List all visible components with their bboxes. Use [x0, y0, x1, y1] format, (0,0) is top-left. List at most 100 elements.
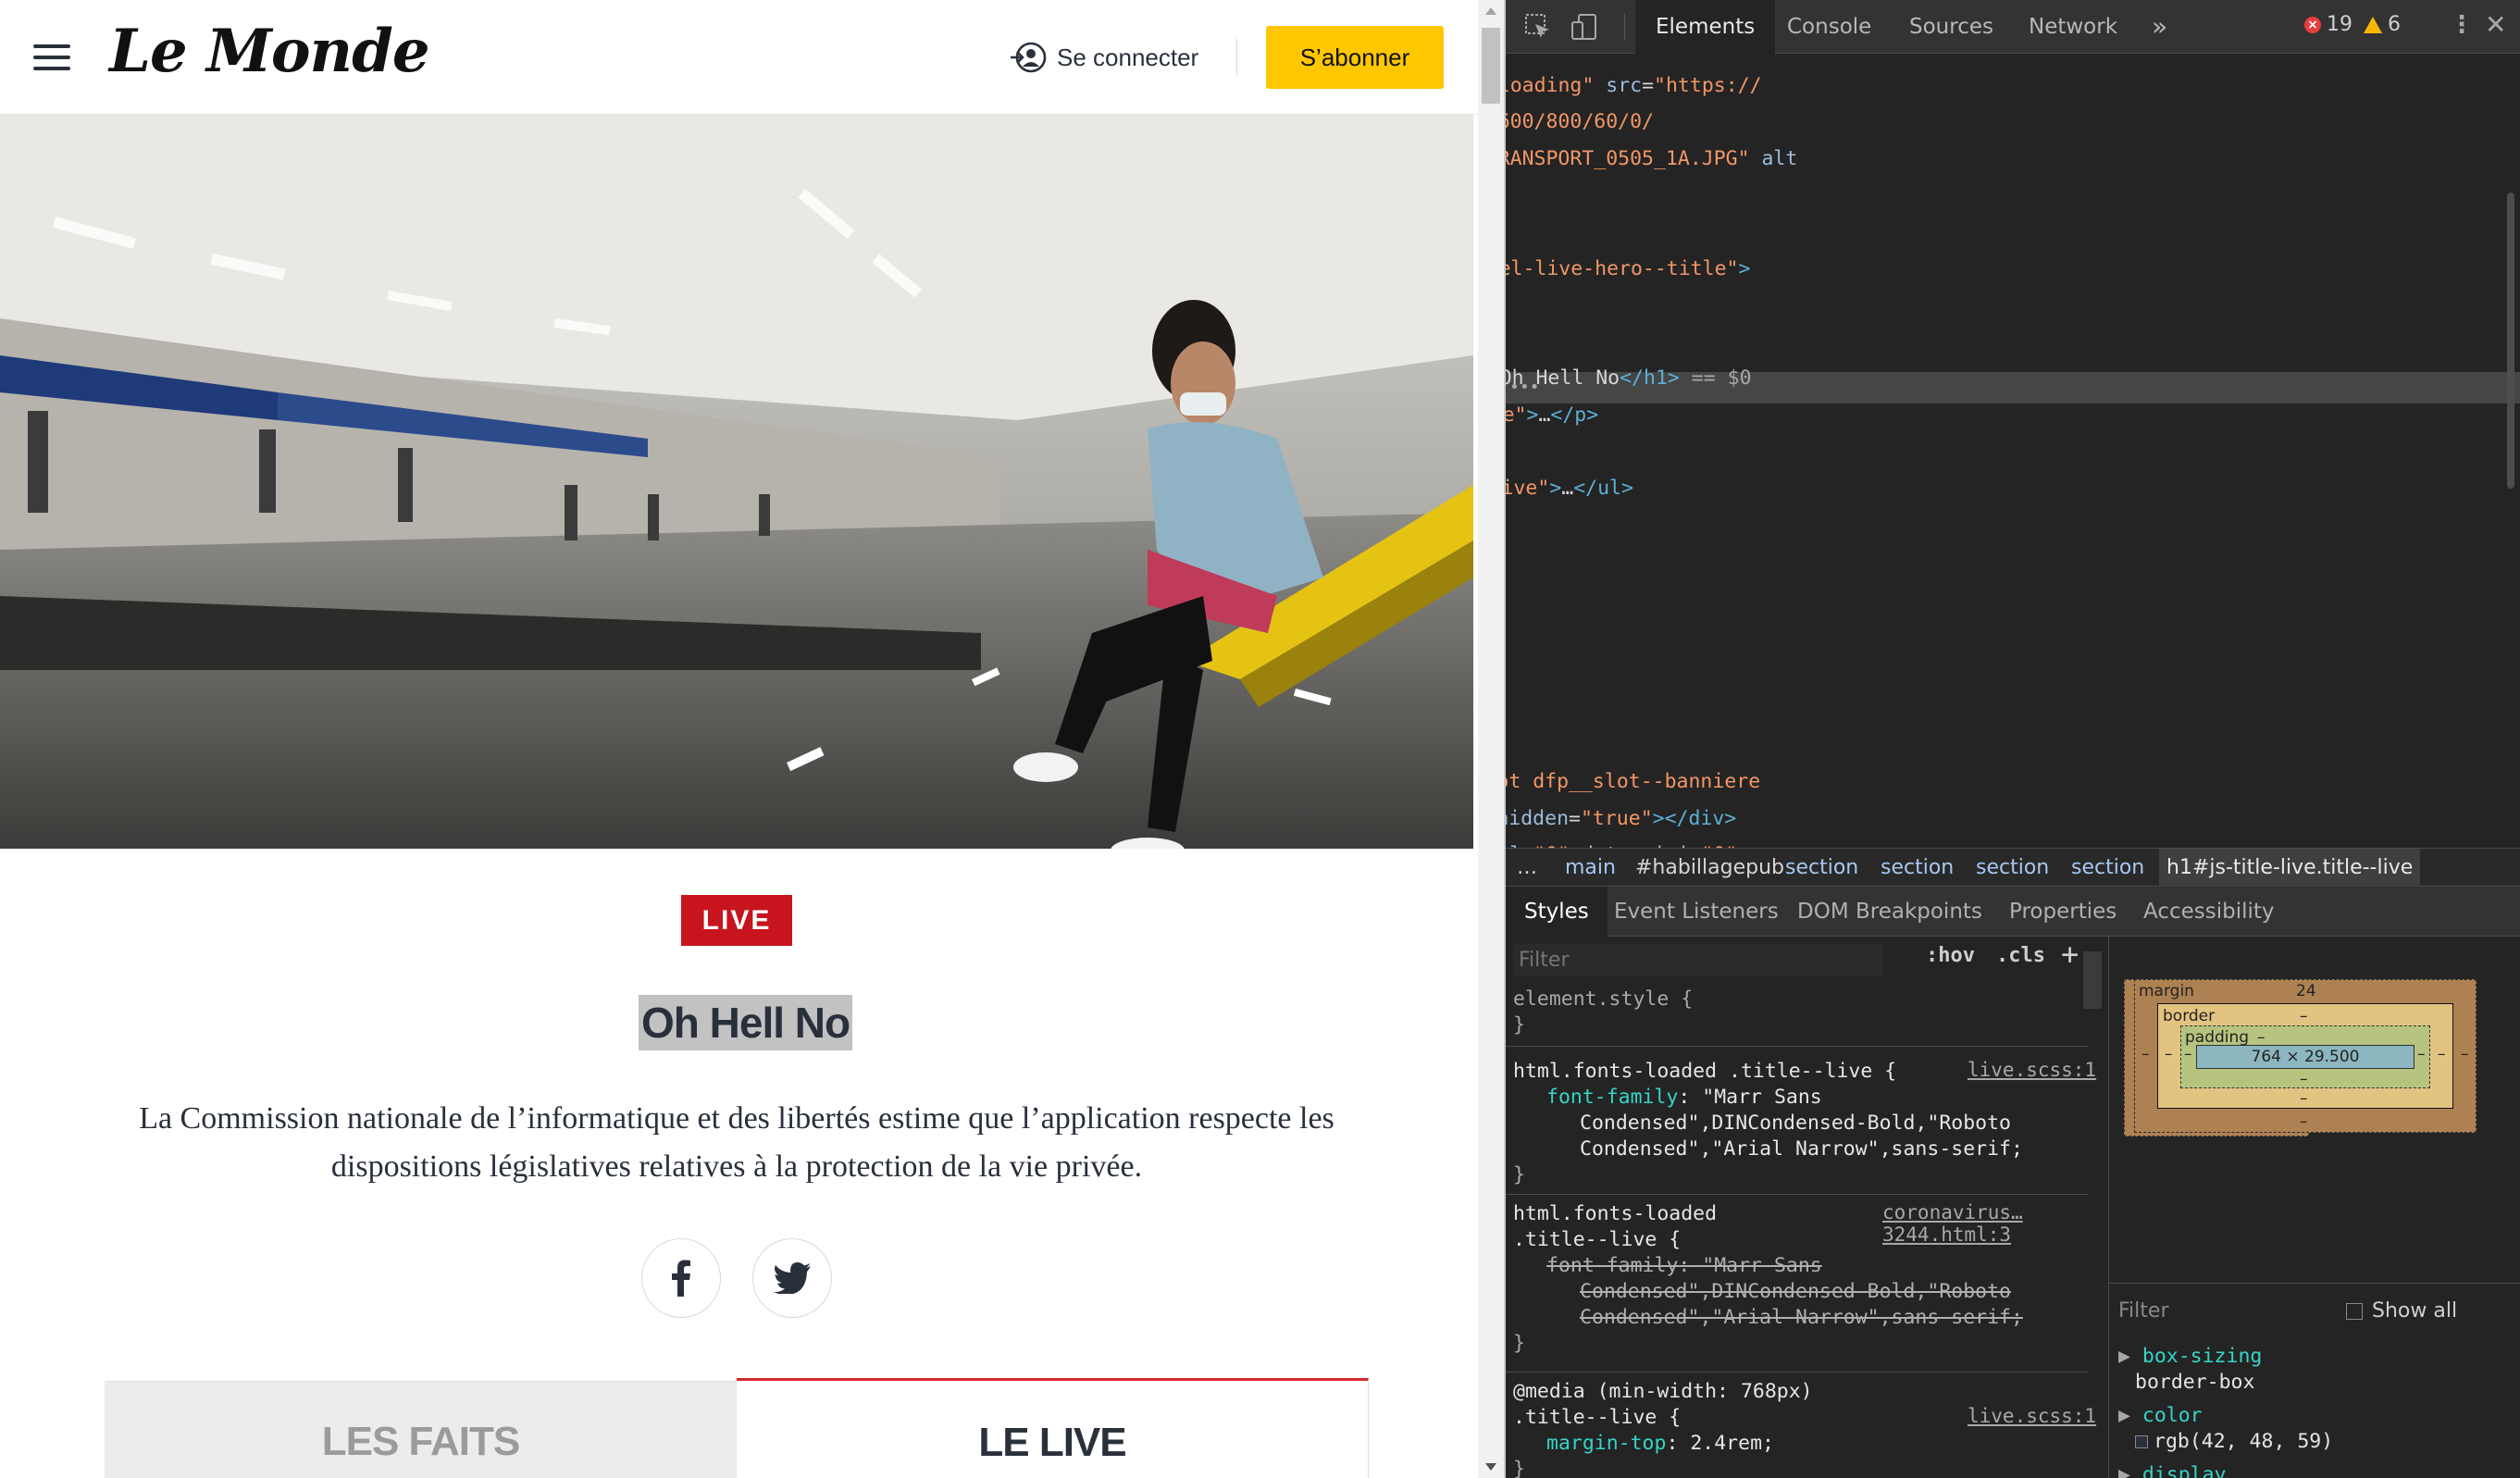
- tab-les-faits[interactable]: LES FAITS: [105, 1381, 737, 1478]
- computed-property-value: rgb(42, 48, 59): [2135, 1429, 2333, 1455]
- rule1-value-1: "Marr Sans: [1702, 1086, 1822, 1109]
- live-title: Oh Hell No: [639, 995, 853, 1050]
- rule2-declaration-overridden[interactable]: font-family: "Marr Sans: [1546, 1253, 1822, 1279]
- breadcrumb-item[interactable]: …: [1517, 849, 1537, 888]
- breadcrumb-item[interactable]: section: [2071, 849, 2144, 888]
- rule1-prop: font-family: [1546, 1086, 1679, 1109]
- show-all-label: Show all: [2372, 1299, 2458, 1323]
- rule2-source-link[interactable]: coronavirus…3244.html:3: [1882, 1201, 2108, 1246]
- issues-counter[interactable]: × 19 6: [2304, 13, 2401, 36]
- rule3-source-link[interactable]: live.scss:1: [1968, 1405, 2096, 1427]
- rule1-declaration[interactable]: font-family: "Marr Sans: [1546, 1085, 1822, 1111]
- margin-left-value: –: [2141, 1045, 2150, 1063]
- more-tabs-chevron-icon[interactable]: »: [2152, 0, 2167, 54]
- show-all-checkbox[interactable]: Show all: [2346, 1299, 2457, 1323]
- computed-property-name[interactable]: ▶ display: [2118, 1462, 2227, 1478]
- dom-node-line[interactable]: ▶<section id="js-capping" class="capping…: [1506, 839, 1761, 848]
- dom-node-line[interactable]: ▶<ul class="meta meta__social meta__soci…: [1506, 473, 1633, 504]
- padding-bottom-value: –: [2300, 1070, 2308, 1088]
- error-count: 19: [2327, 13, 2352, 36]
- subscribe-button[interactable]: S’abonner: [1266, 26, 1444, 89]
- hover-state-toggle[interactable]: :hov: [1926, 944, 1975, 967]
- dom-tree-scrollbar[interactable]: [2507, 193, 2514, 489]
- add-rule-icon[interactable]: +: [2061, 937, 2079, 972]
- dom-tree[interactable]: ••• ▼<section class="hero__live-content"…: [1506, 54, 2520, 848]
- scroll-thumb[interactable]: [1482, 28, 1500, 104]
- inspect-element-icon[interactable]: [1524, 13, 1552, 44]
- dom-node-line[interactable]: <img class="hero__live-img initial lzld-…: [1506, 70, 1762, 102]
- tab-styles[interactable]: Styles: [1506, 887, 1608, 937]
- scroll-up-arrow-icon[interactable]: [1485, 7, 1496, 15]
- color-swatch[interactable]: [2135, 1435, 2148, 1448]
- box-model-pane: 764 × 29.500 margin 24 border – padding …: [2109, 937, 2520, 1478]
- class-toggle[interactable]: .cls: [1996, 944, 2045, 967]
- tab-sources[interactable]: Sources: [1909, 0, 1993, 54]
- warning-icon: [2364, 16, 2382, 33]
- tab-elements[interactable]: Elements: [1635, 0, 1776, 54]
- kebab-menu-icon[interactable]: ⋮: [2450, 11, 2474, 39]
- rule2-close: }: [1513, 1332, 1525, 1355]
- rule1-value-3: Condensed","Arial Narrow",sans-serif;: [1580, 1137, 2023, 1161]
- dom-node-line[interactable]: <h1 id="js-title-live" class="title--liv…: [1506, 363, 1752, 394]
- rule-separator: [1506, 1194, 2089, 1195]
- styles-scrollbar[interactable]: [2083, 951, 2102, 1009]
- breadcrumb-item[interactable]: h1#js-title-live.title--live: [2159, 849, 2421, 888]
- menu-icon[interactable]: [33, 43, 70, 72]
- dom-node-line[interactable]: img.lemde.fr/2020/05/05/333/0/3500/1750/…: [1506, 106, 1654, 138]
- padding-right-value: –: [2417, 1045, 2426, 1063]
- border-top-value: –: [2300, 1007, 2308, 1025]
- dom-node-line[interactable]: <div id="banniere_basse" class="dfp-slot…: [1506, 766, 1760, 798]
- login-link[interactable]: Se connecter: [1009, 37, 1198, 78]
- breadcrumb-item[interactable]: main: [1565, 849, 1616, 888]
- computed-property-name[interactable]: ▶ box-sizing: [2118, 1344, 2262, 1370]
- margin-label: margin: [2139, 982, 2194, 1000]
- tab-console[interactable]: Console: [1787, 0, 1871, 54]
- rule2-brace: {: [1669, 1228, 1682, 1251]
- tab-le-live[interactable]: LE LIVE: [737, 1378, 1369, 1478]
- device-toolbar-icon[interactable]: [1570, 13, 1598, 44]
- border-right-value: –: [2438, 1045, 2446, 1063]
- error-icon: ×: [2304, 16, 2321, 33]
- site-logo[interactable]: Le Monde: [109, 17, 430, 86]
- close-devtools-icon[interactable]: ✕: [2485, 9, 2506, 40]
- sidebar-tabs: Styles Event Listeners DOM Breakpoints P…: [1506, 887, 2520, 937]
- rule2-value-2: Condensed",DINCondensed-Bold,"Roboto: [1580, 1280, 2011, 1303]
- breadcrumb-item[interactable]: section: [1976, 849, 2049, 888]
- styles-filter-input[interactable]: [1513, 944, 1883, 975]
- dom-node-line[interactable]: ▶<p id="js-summary-live" class="summary-…: [1506, 400, 1598, 431]
- summary-line-2: dispositions législatives relatives à la…: [330, 1149, 1143, 1184]
- login-label: Se connecter: [1057, 43, 1199, 71]
- tab-accessibility[interactable]: Accessibility: [2143, 887, 2275, 937]
- breadcrumb-item[interactable]: section: [1785, 849, 1858, 888]
- dom-node-line[interactable]: <span class="icon__label-live-hero icon_…: [1506, 254, 1750, 285]
- rule3-declaration[interactable]: margin-top: 2.4rem;: [1546, 1431, 1774, 1457]
- tab-properties[interactable]: Properties: [2009, 887, 2117, 937]
- rule2-value-1: "Marr Sans: [1702, 1254, 1822, 1277]
- facebook-share-button[interactable]: [641, 1238, 721, 1318]
- twitter-share-button[interactable]: [752, 1238, 832, 1318]
- computed-property-name[interactable]: ▶ color: [2118, 1403, 2203, 1429]
- dom-node-line[interactable]: 9970932_BTE43_HEALTH-CORONAVIRUS-FRANCE-…: [1506, 143, 1797, 175]
- website-viewport: Le Monde Se connecter S’abonner LIVE Oh …: [0, 0, 1478, 1478]
- breadcrumb-item[interactable]: #habillagepub: [1635, 849, 1784, 888]
- border-left-value: –: [2165, 1045, 2173, 1063]
- margin-right-value: –: [2461, 1045, 2469, 1063]
- computed-divider: [2109, 1283, 2520, 1284]
- box-content[interactable]: 764 × 29.500: [2196, 1045, 2414, 1069]
- rule1-value-2: Condensed",DINCondensed-Bold,"Roboto: [1580, 1112, 2011, 1135]
- rule3-close: }: [1513, 1458, 1525, 1478]
- margin-top-value: 24: [2296, 982, 2316, 1000]
- page-scrollbar[interactable]: [1478, 0, 1504, 1478]
- dom-node-line[interactable]: dfp-unloaded" data-format="banniere_bass…: [1506, 803, 1736, 835]
- user-login-icon: [1011, 42, 1047, 73]
- scroll-down-arrow-icon[interactable]: [1485, 1463, 1496, 1471]
- tab-event-listeners[interactable]: Event Listeners: [1614, 887, 1779, 937]
- computed-filter-input[interactable]: Filter: [2118, 1299, 2168, 1323]
- breadcrumb-item[interactable]: section: [1881, 849, 1954, 888]
- rule1-source-link[interactable]: live.scss:1: [1968, 1059, 2096, 1081]
- tab-network[interactable]: Network: [2029, 0, 2117, 54]
- border-bottom-value: –: [2300, 1089, 2308, 1108]
- tab-dom-breakpoints[interactable]: DOM Breakpoints: [1797, 887, 1982, 937]
- rule2-value-3: Condensed","Arial Narrow",sans-serif;: [1580, 1306, 2023, 1329]
- summary-line-1: La Commission nationale de l’informatiqu…: [139, 1101, 1334, 1136]
